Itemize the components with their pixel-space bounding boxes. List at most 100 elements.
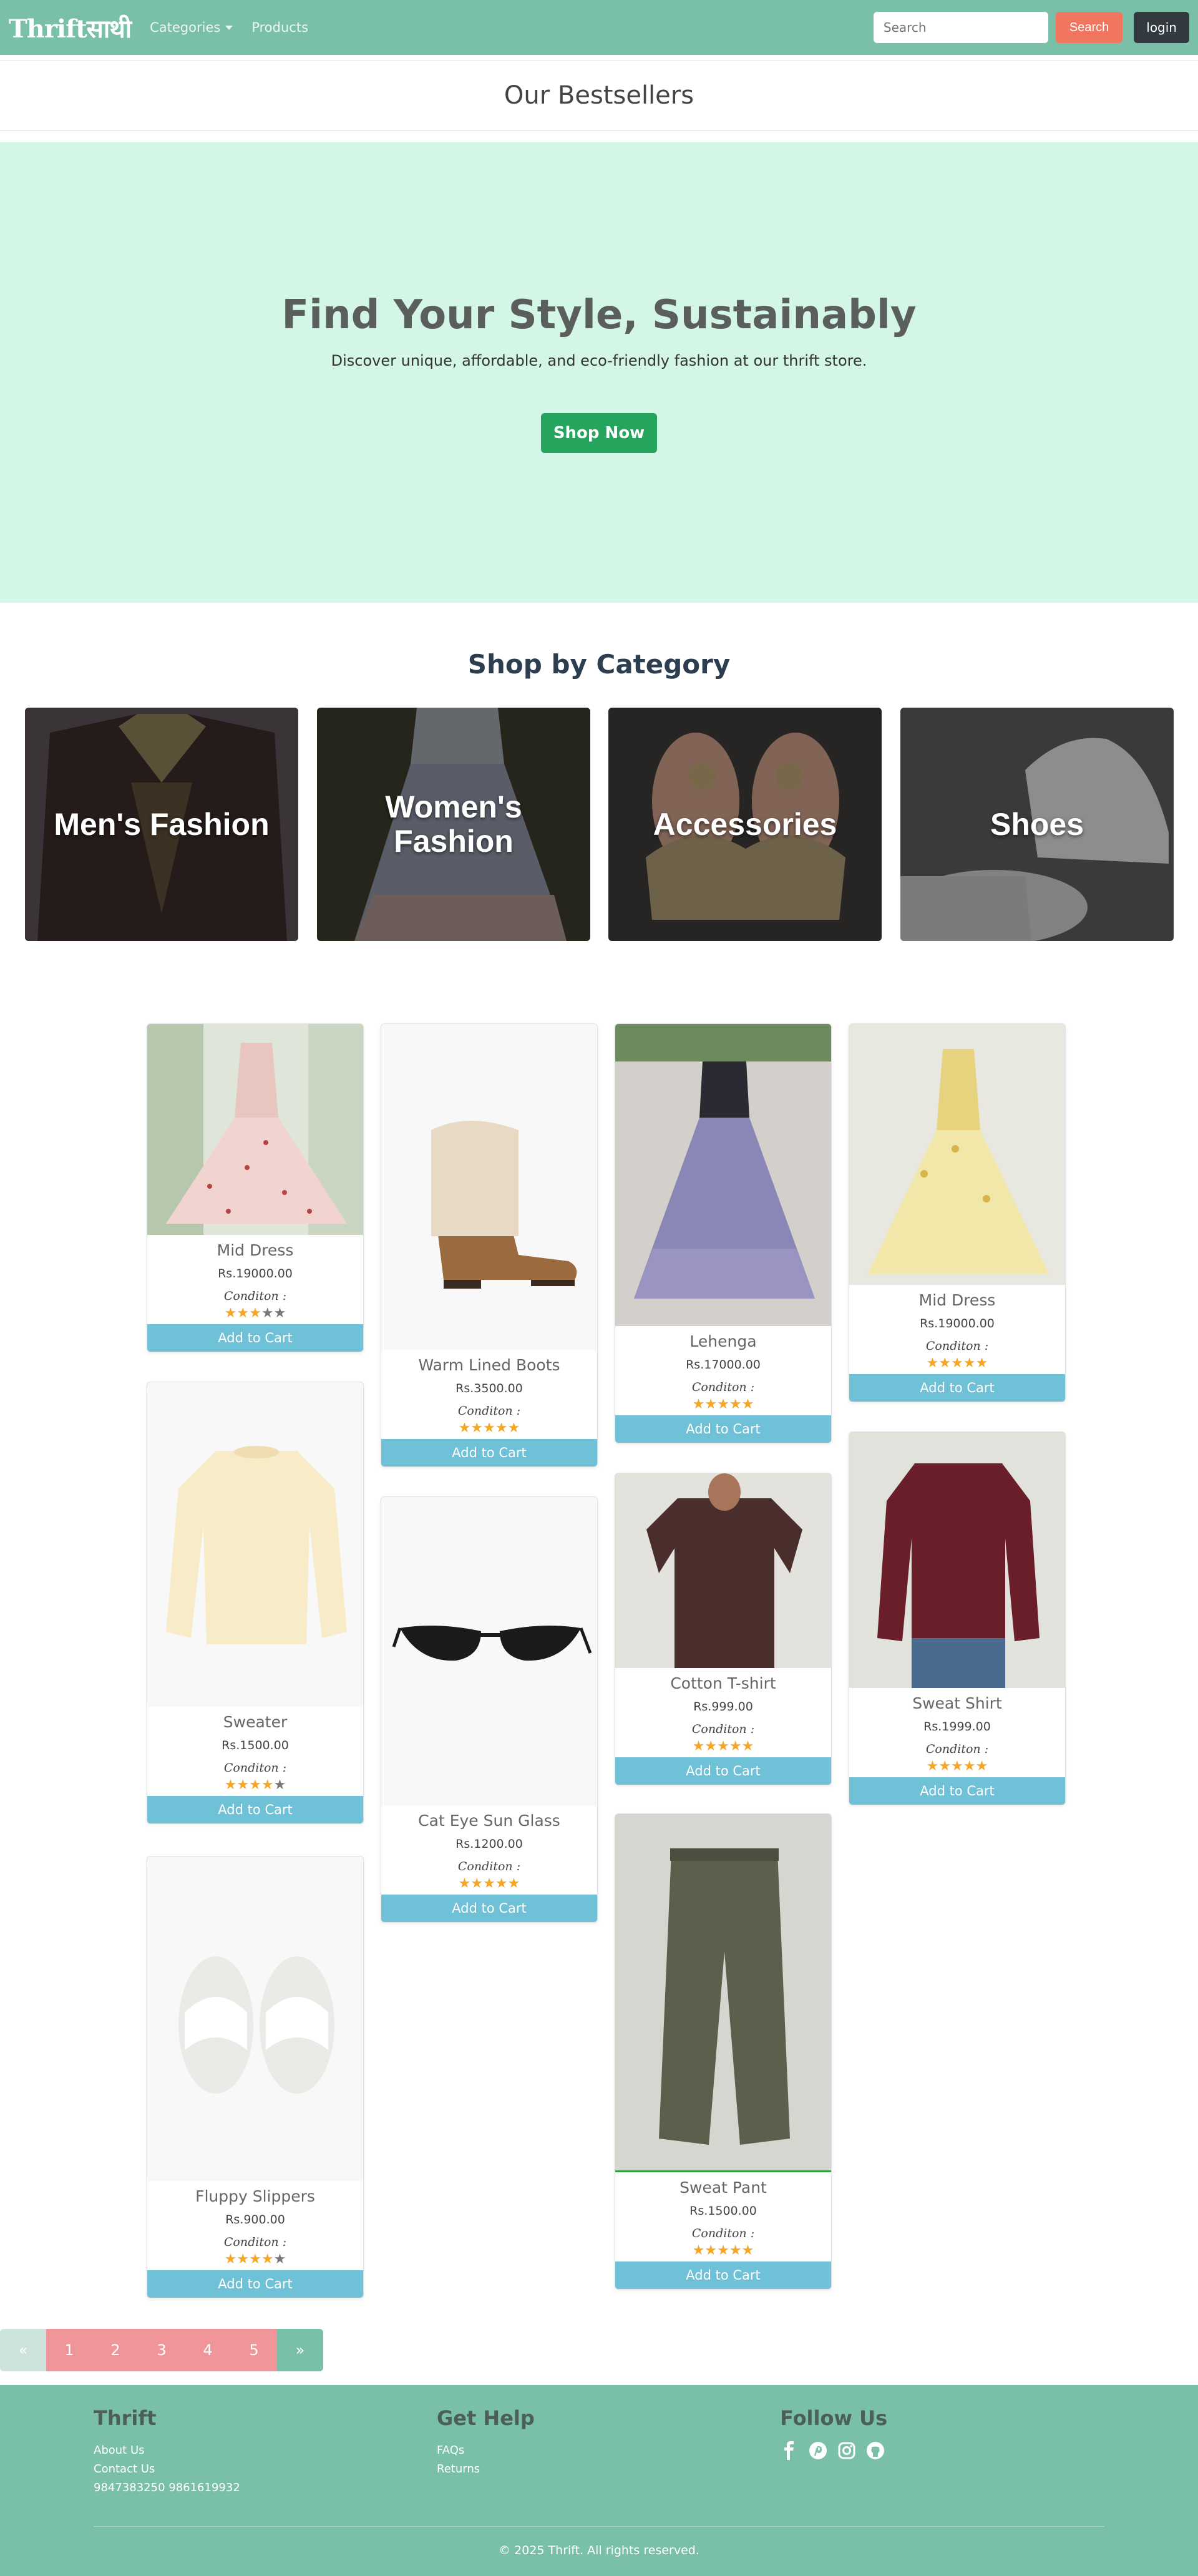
footer-divider bbox=[94, 2526, 1104, 2527]
facebook-icon[interactable] bbox=[780, 2441, 799, 2460]
login-button[interactable]: login bbox=[1134, 12, 1189, 43]
add-to-cart-button[interactable]: Add to Cart bbox=[147, 2270, 363, 2298]
star-filled-icon: ★ bbox=[963, 1355, 976, 1371]
product-price: Rs.19000.00 bbox=[218, 1267, 293, 1281]
product-condition: Conditon : bbox=[457, 1404, 521, 1418]
footer-copyright: © 2025 Thrift. All rights reserved. bbox=[499, 2544, 699, 2557]
product-image[interactable] bbox=[381, 1024, 597, 1350]
footer-heading: Follow Us bbox=[780, 2406, 888, 2430]
footer-heading: Thrift bbox=[94, 2406, 157, 2430]
product-name[interactable]: Sweat Pant bbox=[615, 2178, 831, 2197]
add-to-cart-button[interactable]: Add to Cart bbox=[615, 1415, 831, 1443]
tshirt-photo bbox=[615, 1473, 831, 1668]
footer-col-help: Get Help FAQs Returns bbox=[437, 2406, 535, 2479]
star-filled-icon: ★ bbox=[729, 1397, 742, 1412]
add-to-cart-button[interactable]: Add to Cart bbox=[147, 1324, 363, 1352]
star-filled-icon: ★ bbox=[692, 1397, 705, 1412]
pagination-page[interactable]: 2 bbox=[92, 2329, 139, 2371]
rating-stars: ★★★★★ bbox=[147, 2253, 363, 2266]
product-price: Rs.900.00 bbox=[225, 2213, 285, 2227]
product-image[interactable] bbox=[615, 1814, 831, 2172]
product-image[interactable] bbox=[147, 1856, 363, 2181]
add-to-cart-button[interactable]: Add to Cart bbox=[849, 1374, 1065, 1402]
pagination-page[interactable]: 3 bbox=[139, 2329, 185, 2371]
shop-now-button[interactable]: Shop Now bbox=[541, 413, 657, 453]
footer-link-returns[interactable]: Returns bbox=[437, 2460, 535, 2479]
category-label: Men's Fashion bbox=[54, 806, 270, 842]
product-image[interactable] bbox=[849, 1432, 1065, 1688]
star-filled-icon: ★ bbox=[729, 1739, 742, 1754]
search-button[interactable]: Search bbox=[1055, 12, 1123, 43]
category-card-mens[interactable]: Men's Fashion bbox=[25, 708, 298, 941]
star-filled-icon: ★ bbox=[224, 1777, 237, 1793]
product-condition: Conditon : bbox=[691, 1380, 755, 1394]
star-filled-icon: ★ bbox=[741, 2243, 754, 2258]
pagination: « 1 2 3 4 5 » bbox=[0, 2329, 323, 2371]
category-label: Accessories bbox=[653, 806, 837, 842]
product-image[interactable] bbox=[615, 1024, 831, 1326]
product-name[interactable]: Sweat Shirt bbox=[849, 1694, 1065, 1712]
product-name[interactable]: Sweater bbox=[147, 1713, 363, 1731]
product-name[interactable]: Mid Dress bbox=[849, 1291, 1065, 1309]
rating-stars: ★★★★★ bbox=[849, 1760, 1065, 1773]
category-label: Women's Fashion bbox=[385, 789, 522, 859]
product-name[interactable]: Lehenga bbox=[615, 1332, 831, 1350]
pagination-prev[interactable]: « bbox=[0, 2329, 46, 2371]
category-card-shoes[interactable]: Shoes bbox=[900, 708, 1174, 941]
footer-link-contact[interactable]: Contact Us bbox=[94, 2460, 240, 2479]
star-filled-icon: ★ bbox=[507, 1876, 520, 1891]
product-card: Mid Dress Rs.19000.00 Conditon : ★★★★★ A… bbox=[147, 1023, 364, 1352]
navbar: Thriftसाथी Categories Products Search lo… bbox=[0, 0, 1198, 55]
pagination-page[interactable]: 4 bbox=[185, 2329, 231, 2371]
footer-link-about[interactable]: About Us bbox=[94, 2441, 240, 2460]
star-filled-icon: ★ bbox=[963, 1759, 976, 1774]
nav-products-link[interactable]: Products bbox=[251, 20, 308, 35]
product-condition: Conditon : bbox=[925, 1339, 989, 1353]
add-to-cart-button[interactable]: Add to Cart bbox=[849, 1777, 1065, 1805]
product-image[interactable] bbox=[381, 1497, 597, 1805]
star-filled-icon: ★ bbox=[470, 1876, 484, 1891]
pagination-page[interactable]: 5 bbox=[231, 2329, 277, 2371]
add-to-cart-button[interactable]: Add to Cart bbox=[615, 2261, 831, 2289]
product-condition: Conditon : bbox=[691, 1722, 755, 1736]
star-empty-icon: ★ bbox=[273, 1305, 286, 1321]
slippers-photo bbox=[147, 1856, 363, 2181]
category-card-womens[interactable]: Women's Fashion bbox=[317, 708, 590, 941]
pinterest-icon[interactable] bbox=[809, 2441, 827, 2460]
product-name[interactable]: Warm Lined Boots bbox=[381, 1356, 597, 1374]
hero-section: Find Your Style, Sustainably Discover un… bbox=[0, 142, 1198, 603]
rating-stars: ★★★★★ bbox=[615, 1740, 831, 1754]
search-input[interactable] bbox=[873, 12, 1048, 43]
product-price: Rs.3500.00 bbox=[455, 1382, 523, 1395]
product-image[interactable] bbox=[615, 1473, 831, 1668]
add-to-cart-button[interactable]: Add to Cart bbox=[381, 1895, 597, 1922]
github-icon[interactable] bbox=[866, 2441, 885, 2460]
star-filled-icon: ★ bbox=[224, 2252, 237, 2267]
product-card: Lehenga Rs.17000.00 Conditon : ★★★★★ Add… bbox=[615, 1023, 832, 1443]
add-to-cart-button[interactable]: Add to Cart bbox=[381, 1439, 597, 1466]
add-to-cart-button[interactable]: Add to Cart bbox=[615, 1757, 831, 1785]
brand-logo[interactable]: Thriftसाथी bbox=[9, 11, 132, 45]
footer-col-follow: Follow Us bbox=[780, 2406, 887, 2460]
star-filled-icon: ★ bbox=[458, 1876, 471, 1891]
product-image[interactable] bbox=[147, 1024, 363, 1235]
star-filled-icon: ★ bbox=[975, 1759, 988, 1774]
star-filled-icon: ★ bbox=[507, 1420, 520, 1436]
product-name[interactable]: Cat Eye Sun Glass bbox=[381, 1812, 597, 1830]
product-name[interactable]: Mid Dress bbox=[147, 1241, 363, 1259]
product-condition: Conditon : bbox=[925, 1742, 989, 1756]
product-image[interactable] bbox=[147, 1382, 363, 1707]
pagination-next[interactable]: » bbox=[277, 2329, 323, 2371]
instagram-icon[interactable] bbox=[837, 2441, 856, 2460]
star-filled-icon: ★ bbox=[483, 1420, 495, 1436]
footer-link-faqs[interactable]: FAQs bbox=[437, 2441, 535, 2460]
social-links bbox=[780, 2441, 887, 2460]
pagination-page[interactable]: 1 bbox=[46, 2329, 92, 2371]
product-image[interactable] bbox=[849, 1024, 1065, 1285]
add-to-cart-button[interactable]: Add to Cart bbox=[147, 1796, 363, 1823]
category-card-accessories[interactable]: Accessories bbox=[608, 708, 882, 941]
nav-categories-dropdown[interactable]: Categories bbox=[150, 20, 233, 35]
product-name[interactable]: Fluppy Slippers bbox=[147, 2187, 363, 2205]
product-card: Sweat Pant Rs.1500.00 Conditon : ★★★★★ A… bbox=[615, 1813, 832, 2290]
product-name[interactable]: Cotton T-shirt bbox=[615, 1674, 831, 1692]
